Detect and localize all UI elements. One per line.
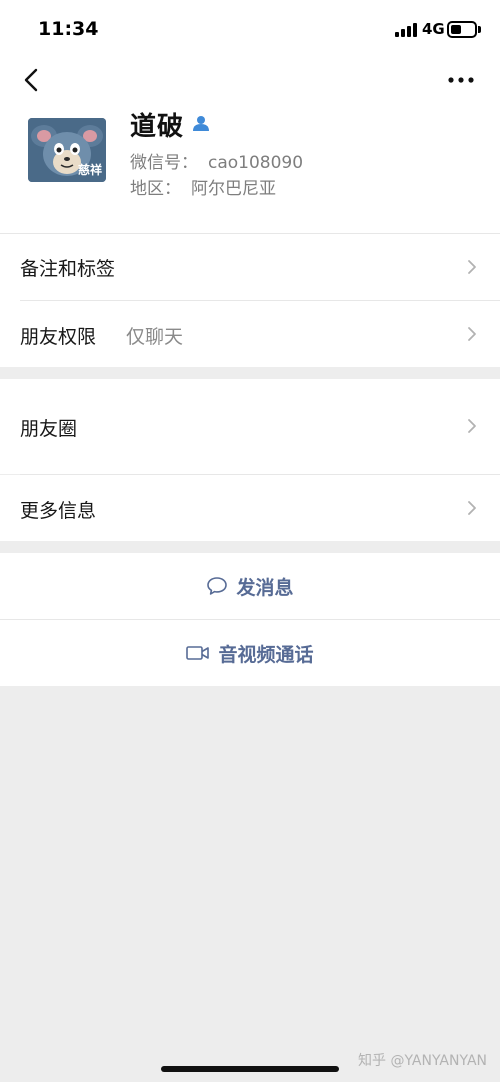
region-line: 地区： 阿尔巴尼亚 bbox=[130, 174, 276, 199]
video-call-label: 音视频通话 bbox=[218, 643, 314, 666]
wechat-id-value: cao108090 bbox=[208, 153, 304, 173]
status-bar: 11:34 4G bbox=[0, 0, 500, 58]
chevron-right-icon bbox=[468, 419, 476, 433]
remark-label: 备注和标签 bbox=[20, 258, 116, 280]
chat-bubble-icon bbox=[207, 577, 228, 595]
video-camera-icon bbox=[186, 646, 210, 660]
more-options-icon[interactable] bbox=[446, 70, 476, 90]
moments-label: 朋友圈 bbox=[20, 418, 78, 440]
signal-icon bbox=[395, 23, 417, 37]
send-message-button[interactable]: 发消息 bbox=[0, 553, 500, 619]
back-arrow-icon[interactable] bbox=[18, 64, 46, 96]
region-value: 阿尔巴尼亚 bbox=[191, 179, 276, 199]
wechat-id-label: 微信号： bbox=[130, 153, 198, 173]
moments-row[interactable]: 朋友圈 bbox=[0, 379, 500, 474]
chevron-right-icon bbox=[468, 260, 476, 274]
watermark-text: 知乎 @YANYANYAN bbox=[358, 1053, 487, 1069]
avatar[interactable]: 慈祥 bbox=[28, 118, 106, 182]
more-info-row[interactable]: 更多信息 bbox=[0, 475, 500, 541]
friend-permissions-row[interactable]: 朋友权限 仅聊天 bbox=[0, 301, 500, 367]
permissions-label: 朋友权限 bbox=[20, 326, 97, 348]
home-indicator[interactable] bbox=[161, 1066, 339, 1072]
contact-profile-page: 11:34 4G 慈祥 道破 微信号： cao108090 地区： 阿尔巴尼亚 … bbox=[0, 0, 500, 1082]
wechat-id-line: 微信号： cao108090 bbox=[130, 148, 303, 173]
chevron-right-icon bbox=[468, 501, 476, 515]
region-label: 地区： bbox=[130, 179, 181, 199]
avatar-badge-text: 慈祥 bbox=[77, 163, 102, 177]
send-message-label: 发消息 bbox=[236, 576, 294, 599]
video-call-button[interactable]: 音视频通话 bbox=[0, 620, 500, 686]
remark-and-tags-row[interactable]: 备注和标签 bbox=[0, 234, 500, 300]
person-icon bbox=[193, 116, 209, 131]
more-info-label: 更多信息 bbox=[20, 500, 97, 522]
network-type: 4G bbox=[422, 20, 445, 38]
contact-name: 道破 bbox=[130, 112, 185, 142]
permissions-value: 仅聊天 bbox=[126, 326, 184, 348]
status-time: 11:34 bbox=[38, 18, 99, 40]
battery-cap bbox=[478, 26, 481, 33]
chevron-right-icon bbox=[468, 327, 476, 341]
battery-icon bbox=[447, 21, 477, 38]
